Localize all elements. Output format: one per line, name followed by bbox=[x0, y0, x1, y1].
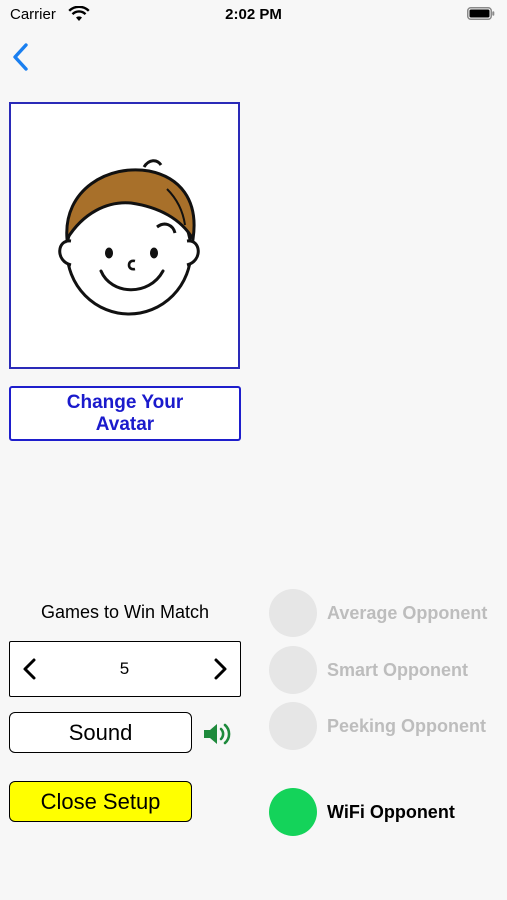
opponent-peeking-option[interactable]: Peeking Opponent bbox=[269, 702, 504, 750]
radio-indicator[interactable] bbox=[269, 702, 317, 750]
radio-indicator[interactable] bbox=[269, 646, 317, 694]
radio-indicator[interactable] bbox=[269, 788, 317, 836]
games-stepper[interactable]: 5 bbox=[9, 641, 241, 697]
games-to-win-label: Games to Win Match bbox=[40, 602, 210, 622]
opponent-label: Peeking Opponent bbox=[327, 716, 487, 736]
close-setup-button[interactable]: Close Setup bbox=[9, 781, 192, 822]
opponent-label: WiFi Opponent bbox=[327, 802, 455, 822]
chevron-right-icon[interactable] bbox=[210, 656, 230, 682]
opponent-wifi-option[interactable]: WiFi Opponent bbox=[269, 788, 504, 836]
opponent-smart-option[interactable]: Smart Opponent bbox=[269, 646, 504, 694]
battery-icon bbox=[467, 7, 495, 20]
opponent-label: Average Opponent bbox=[327, 603, 488, 623]
change-avatar-button[interactable]: Change Your Avatar bbox=[9, 386, 241, 441]
avatar-image bbox=[58, 159, 200, 316]
opponent-average-option[interactable]: Average Opponent bbox=[269, 589, 504, 637]
speaker-on-icon[interactable] bbox=[203, 722, 233, 746]
back-chevron-icon[interactable] bbox=[10, 42, 32, 72]
avatar-frame bbox=[9, 102, 240, 369]
sound-button[interactable]: Sound bbox=[9, 712, 192, 753]
opponent-label: Smart Opponent bbox=[327, 660, 469, 680]
games-value: 5 bbox=[119, 659, 130, 678]
status-time: 2:02 PM bbox=[225, 6, 282, 23]
radio-indicator[interactable] bbox=[269, 589, 317, 637]
